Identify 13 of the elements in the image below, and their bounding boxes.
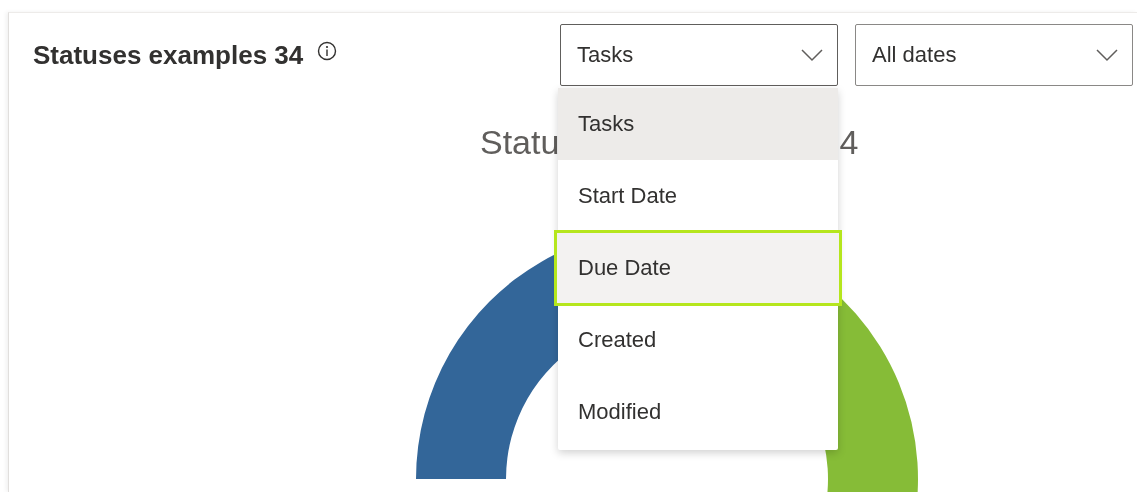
menu-item[interactable]: Start Date xyxy=(558,160,838,232)
card-title: Statuses examples 34 xyxy=(33,39,304,71)
menu-item[interactable]: Tasks xyxy=(558,88,838,160)
dropdown[interactable]: Tasks xyxy=(560,24,838,86)
info-icon[interactable] xyxy=(317,41,338,61)
chart-title: 4 xyxy=(839,122,859,162)
chart-title: Statu xyxy=(480,122,560,162)
chevron-icon xyxy=(801,48,823,62)
dropdown[interactable]: All dates xyxy=(855,24,1133,86)
chevron-icon xyxy=(1096,48,1118,62)
menu-item[interactable]: Due Date xyxy=(556,232,840,304)
menu-item[interactable]: Modified xyxy=(558,376,838,448)
menu-item[interactable]: Created xyxy=(558,304,838,376)
